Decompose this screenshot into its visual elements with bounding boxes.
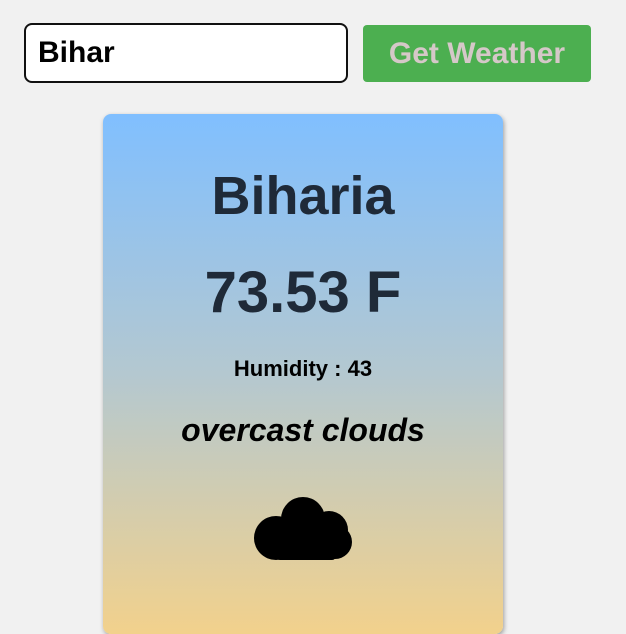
city-name: Biharia bbox=[211, 166, 395, 226]
humidity: Humidity : 43 bbox=[233, 356, 373, 381]
get-weather-button[interactable]: Get Weather bbox=[363, 25, 591, 82]
weather-description: overcast clouds bbox=[181, 412, 425, 448]
search-input[interactable] bbox=[24, 23, 348, 83]
temperature: 73.53 F bbox=[204, 260, 402, 325]
weather-card: Biharia 73.53 F Humidity : 43 overcast c… bbox=[103, 114, 503, 634]
cloud-icon bbox=[254, 497, 352, 560]
